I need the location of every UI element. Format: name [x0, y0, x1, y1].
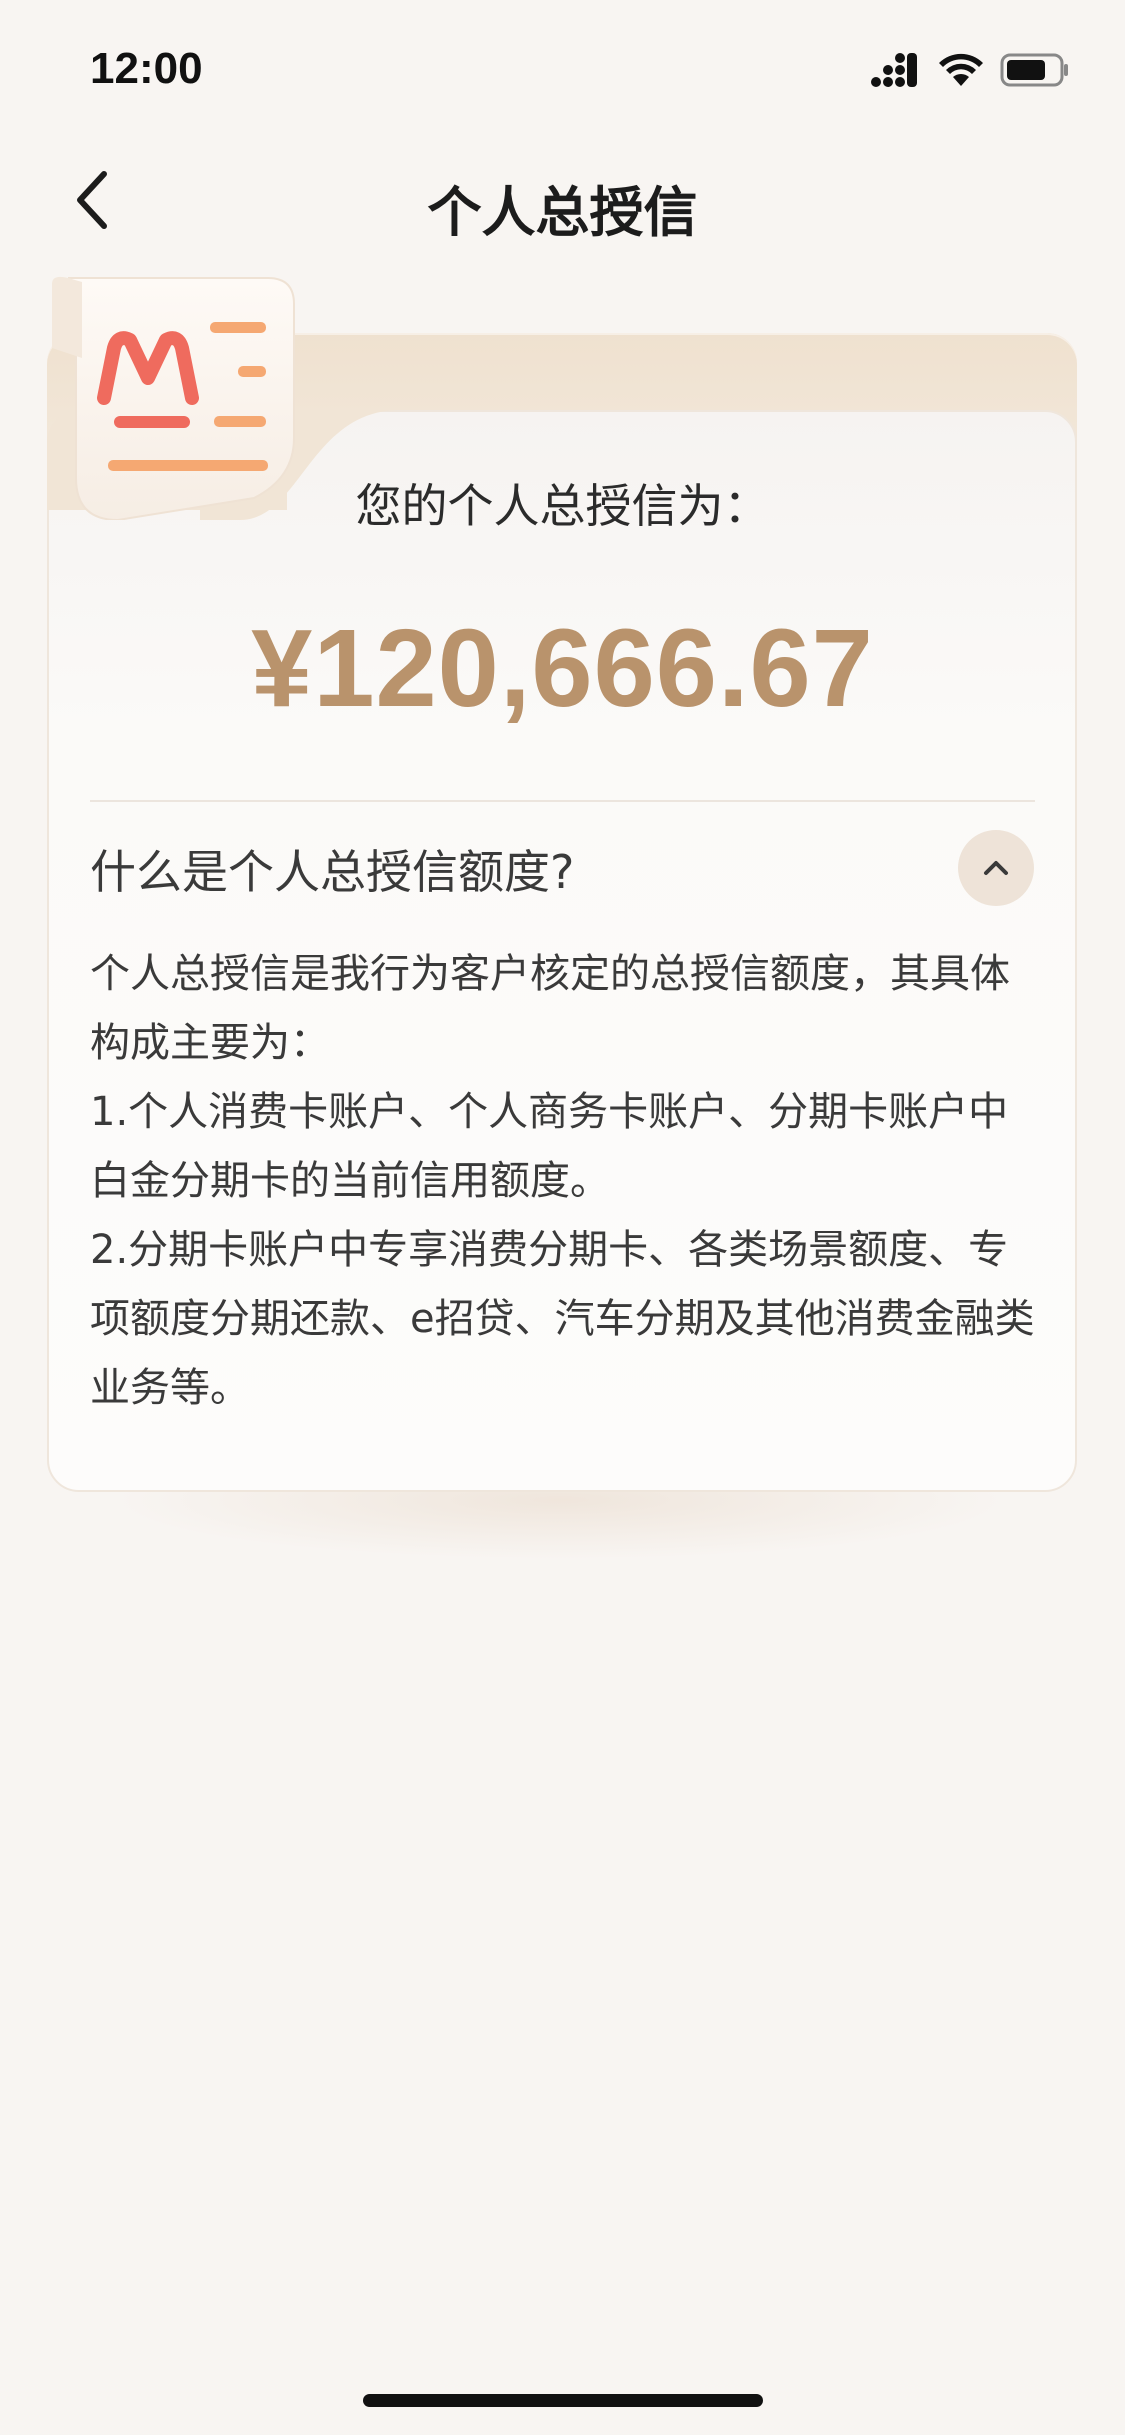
faq-answer: 个人总授信是我行为客户核定的总授信额度，其具体构成主要为： 1.个人消费卡账户、…	[90, 940, 1035, 1423]
faq-answer-item-1: 1.个人消费卡账户、个人商务卡账户、分期卡账户中白金分期卡的当前信用额度。	[90, 1089, 1009, 1204]
battery-icon	[1000, 53, 1068, 87]
collapse-button[interactable]	[958, 830, 1034, 906]
faq-answer-item-2: 2.分期卡账户中专享消费分期卡、各类场景额度、专项额度分期还款、e招贷、汽车分期…	[90, 1227, 1035, 1411]
faq-answer-intro: 个人总授信是我行为客户核定的总授信额度，其具体构成主要为：	[90, 951, 1010, 1066]
nav-bar: 个人总授信	[0, 150, 1125, 250]
status-time: 12:00	[90, 44, 203, 93]
credit-label: 您的个人总授信为：	[355, 479, 770, 533]
status-icons	[870, 52, 1070, 88]
status-bar: 12:00	[0, 0, 1125, 140]
faq-question[interactable]: 什么是个人总授信额度?	[90, 836, 574, 902]
page-title: 个人总授信	[427, 181, 698, 244]
home-indicator[interactable]	[363, 2394, 763, 2407]
divider	[90, 800, 1035, 802]
cellular-signal-icon	[871, 53, 917, 87]
chevron-up-icon	[984, 861, 1008, 875]
wifi-icon	[939, 53, 983, 86]
credit-amount: ¥120,666.67	[251, 607, 874, 730]
